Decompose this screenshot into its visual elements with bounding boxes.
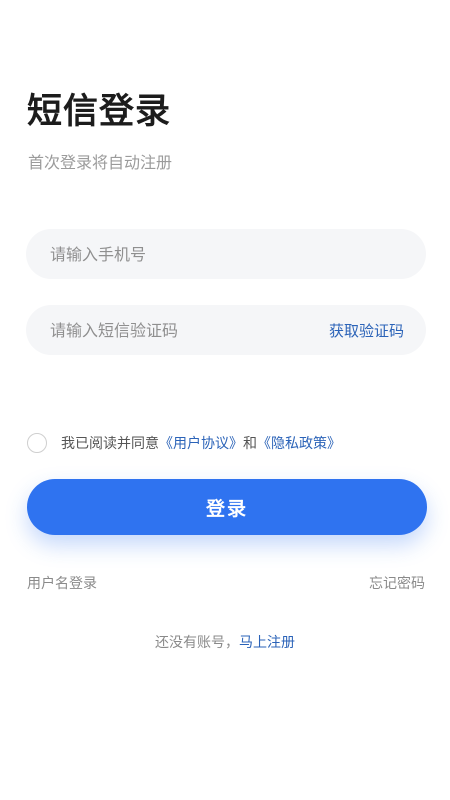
phone-input[interactable] <box>50 244 404 264</box>
agreement-row: 我已阅读并同意 《用户协议》 和 《隐私政策》 <box>27 433 341 453</box>
agreement-prefix: 我已阅读并同意 <box>61 436 159 452</box>
user-agreement-link[interactable]: 《用户协议》 <box>159 433 243 453</box>
phone-field-container <box>26 229 426 279</box>
get-code-button[interactable]: 获取验证码 <box>329 320 404 341</box>
code-field-container: 获取验证码 <box>26 305 426 355</box>
login-screen: 短信登录 首次登录将自动注册 获取验证码 我已阅读并同意 《用户协议》 和 《隐… <box>0 0 450 800</box>
agreement-and: 和 <box>243 436 257 452</box>
login-button[interactable]: 登录 <box>27 479 427 535</box>
register-link[interactable]: 马上注册 <box>239 635 295 651</box>
privacy-policy-link[interactable]: 《隐私政策》 <box>257 433 341 453</box>
username-login-link[interactable]: 用户名登录 <box>27 573 97 593</box>
page-title: 短信登录 <box>27 92 172 132</box>
register-row: 还没有账号，马上注册 <box>0 632 450 652</box>
register-prompt: 还没有账号， <box>155 635 239 651</box>
agreement-checkbox[interactable] <box>27 433 47 453</box>
forgot-password-link[interactable]: 忘记密码 <box>369 573 425 593</box>
page-subtitle: 首次登录将自动注册 <box>28 153 173 172</box>
sms-code-input[interactable] <box>50 320 329 340</box>
